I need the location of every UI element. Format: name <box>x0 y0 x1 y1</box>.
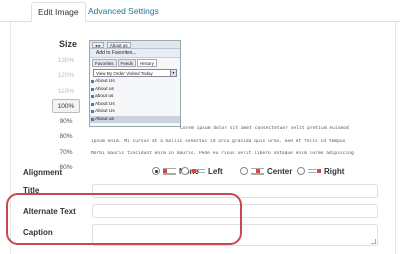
tab-edit-image[interactable]: Edit Image <box>31 2 86 22</box>
preview-tab-history: History <box>137 59 158 67</box>
size-option-100[interactable]: 100% <box>52 98 80 113</box>
preview-tab-feeds: Feeds <box>117 59 137 67</box>
preview-history-item: About us <box>90 86 180 94</box>
align-right-icon <box>308 168 321 175</box>
radio-icon[interactable] <box>297 167 305 175</box>
preview-nav-button: ◂ ▸ <box>92 41 104 48</box>
align-center-icon <box>251 167 264 175</box>
size-option-130: 130% <box>57 57 75 64</box>
radio-checked-icon[interactable] <box>152 167 160 175</box>
preview-page-button: About us <box>106 41 131 48</box>
image-preview: ◂ ▸ About us Add to Favorites... Favorit… <box>89 40 181 127</box>
highlight-annotation <box>6 193 242 245</box>
align-right-option[interactable]: Right <box>297 165 344 177</box>
preview-tab-favorites: Favorites <box>92 59 117 67</box>
resize-handle-icon[interactable] <box>371 239 376 244</box>
size-option-70[interactable]: 70% <box>52 145 80 159</box>
align-center-label: Center <box>267 166 293 176</box>
tab-advanced-settings[interactable]: Advanced Settings <box>82 2 165 22</box>
lorem-text-side: Lorem ipsum dolor sit amet consectetuer … <box>180 126 349 131</box>
preview-toolbar: ◂ ▸ About us <box>90 41 180 49</box>
align-left-label: Left <box>208 166 223 176</box>
preview-tabs: Favorites Feeds History <box>90 59 180 67</box>
align-left-icon <box>192 168 205 175</box>
align-left-option[interactable]: Left <box>181 165 223 177</box>
chevron-down-icon: ▾ <box>170 70 176 76</box>
preview-history-item: About Us <box>90 101 180 109</box>
alignment-radio-group: None Left Center Right <box>152 165 392 177</box>
align-center-option[interactable]: Center <box>240 165 292 177</box>
lorem-text-line: Morbi mauris tincidunt enim In mauris. P… <box>91 151 354 156</box>
size-options: 130% 120% 110% 100% 90% 80% 70% 60% <box>52 53 80 175</box>
alignment-label: Alignment <box>23 168 63 177</box>
radio-icon[interactable] <box>240 167 248 175</box>
size-label: Size <box>59 39 78 49</box>
radio-icon[interactable] <box>181 167 189 175</box>
preview-dropdown: View By Order Visited Today ▾ <box>93 69 177 77</box>
preview-history-item: about us <box>90 93 180 101</box>
preview-add-favorites: Add to Favorites... <box>90 49 180 58</box>
align-right-label: Right <box>324 166 345 176</box>
size-option-110: 110% <box>57 87 75 95</box>
size-option-120: 120% <box>57 72 75 80</box>
preview-history-item: About Us <box>90 78 180 86</box>
align-none-icon <box>163 167 176 175</box>
preview-history-item: About us <box>90 115 180 123</box>
tab-bar: Edit Image Advanced Settings <box>0 0 400 22</box>
lorem-text-line: ipsum enim. Mi cursus at a mollis senect… <box>91 139 346 144</box>
preview-history-item: About Us <box>90 108 180 116</box>
size-option-80[interactable]: 80% <box>52 129 80 143</box>
preview-dropdown-value: View By Order Visited Today <box>96 71 153 76</box>
size-option-90[interactable]: 90% <box>52 114 80 128</box>
